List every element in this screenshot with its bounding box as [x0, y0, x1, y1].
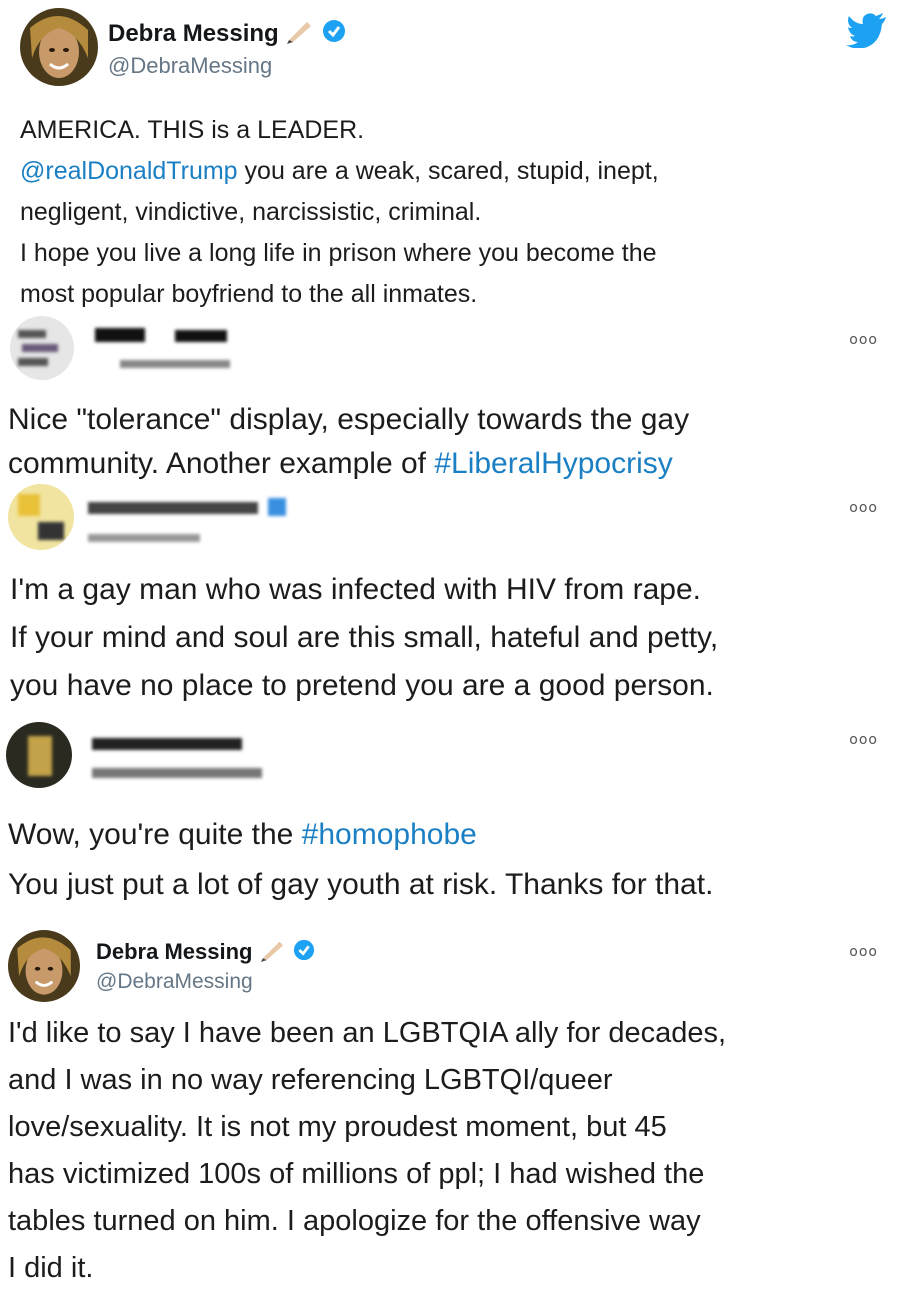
text-line: you have no place to pretend you are a g…: [10, 662, 718, 710]
text-segment: Wow, you're quite the: [8, 818, 302, 851]
reply-2: ooo I'm a gay man who was infected with …: [0, 480, 900, 710]
text-line: love/sexuality. It is not my proudest mo…: [8, 1104, 726, 1151]
text-segment: you have no place to pretend you are a g…: [10, 669, 714, 702]
text-segment: If your mind and soul are this small, ha…: [10, 621, 719, 654]
text-segment: negligent, vindictive, narcissistic, cri…: [20, 198, 482, 226]
text-segment: AMERICA. THIS is a LEADER.: [20, 116, 365, 144]
text-segment: Nice "tolerance" display, especially tow…: [8, 403, 690, 436]
blurred-author-name[interactable]: [95, 324, 235, 346]
author-name[interactable]: Debra Messing: [108, 18, 346, 51]
blurred-author-handle[interactable]: [92, 764, 267, 780]
reply-text: I'm a gay man who was infected with HIV …: [10, 566, 718, 710]
text-line: has victimized 100s of millions of ppl; …: [8, 1151, 726, 1198]
text-segment: love/sexuality. It is not my proudest mo…: [8, 1111, 667, 1143]
avatar[interactable]: [10, 316, 74, 380]
avatar[interactable]: [20, 8, 98, 86]
text-segment: I did it.: [8, 1252, 94, 1284]
verified-badge-icon: [322, 19, 346, 50]
author-handle[interactable]: @DebraMessing: [96, 970, 253, 994]
text-line: most popular boyfriend to the all inmate…: [20, 274, 659, 315]
author-name-text: Debra Messing: [108, 19, 279, 47]
text-line: tables turned on him. I apologize for th…: [8, 1198, 726, 1245]
text-line: I'm a gay man who was infected with HIV …: [10, 566, 718, 614]
text-line: negligent, vindictive, narcissistic, cri…: [20, 192, 659, 233]
tweet-original: Debra Messing @DebraMessing AMERICA. THI…: [0, 0, 900, 310]
text-segment: tables turned on him. I apologize for th…: [8, 1205, 701, 1237]
tweet-text: AMERICA. THIS is a LEADER. @realDonaldTru…: [20, 110, 659, 315]
text-line: I hope you live a long life in prison wh…: [20, 233, 659, 274]
mention-link[interactable]: @realDonaldTrump: [20, 157, 238, 185]
text-line: I did it.: [8, 1245, 726, 1292]
verified-badge-icon: [293, 939, 315, 967]
text-segment: community. Another example of: [8, 447, 435, 480]
more-options-icon[interactable]: ooo: [849, 732, 878, 748]
hashtag-link[interactable]: #homophobe: [302, 818, 477, 851]
text-line: If your mind and soul are this small, ha…: [10, 614, 718, 662]
twitter-bird-icon[interactable]: [846, 12, 888, 53]
text-line: You just put a lot of gay youth at risk.…: [8, 860, 713, 910]
tweet-text: I'd like to say I have been an LGBTQIA a…: [8, 1010, 726, 1292]
text-line: AMERICA. THIS is a LEADER.: [20, 110, 659, 151]
reply-3: ooo Wow, you're quite the #homophobe You …: [0, 710, 900, 920]
reply-text: Wow, you're quite the #homophobe You just…: [8, 810, 713, 910]
text-line: I'd like to say I have been an LGBTQIA a…: [8, 1010, 726, 1057]
text-line: @realDonaldTrump you are a weak, scared,…: [20, 151, 659, 192]
tweet-apology: Debra Messing @DebraMessing ooo I'd like…: [0, 920, 900, 1284]
text-segment: and I was in no way referencing LGBTQI/q…: [8, 1064, 613, 1096]
more-options-icon[interactable]: ooo: [849, 332, 878, 348]
text-segment: I'd like to say I have been an LGBTQIA a…: [8, 1017, 727, 1049]
author-name[interactable]: Debra Messing: [96, 938, 315, 968]
avatar[interactable]: [8, 930, 80, 1002]
text-segment: you are a weak, scared, stupid, inept,: [237, 157, 659, 185]
text-line: and I was in no way referencing LGBTQI/q…: [8, 1057, 726, 1104]
blurred-author-name[interactable]: [92, 732, 252, 754]
more-options-icon[interactable]: ooo: [849, 500, 878, 516]
blurred-author-handle[interactable]: [88, 530, 208, 546]
text-segment: most popular boyfriend to the all inmate…: [20, 280, 478, 308]
text-segment: has victimized 100s of millions of ppl; …: [8, 1158, 705, 1190]
more-options-icon[interactable]: ooo: [849, 944, 878, 960]
reply-text: Nice "tolerance" display, especially tow…: [8, 398, 689, 486]
blurred-author-handle[interactable]: [120, 356, 240, 372]
avatar[interactable]: [6, 722, 72, 788]
pen-emoji-icon: [285, 18, 315, 51]
text-segment: I hope you live a long life in prison wh…: [20, 239, 657, 267]
reply-1: ooo Nice "tolerance" display, especially…: [0, 310, 900, 480]
author-handle[interactable]: @DebraMessing: [108, 53, 272, 79]
text-line: Nice "tolerance" display, especially tow…: [8, 398, 689, 442]
author-name-text: Debra Messing: [96, 938, 253, 964]
text-line: Wow, you're quite the #homophobe: [8, 810, 713, 860]
hashtag-link[interactable]: #LiberalHypocrisy: [434, 447, 672, 480]
avatar[interactable]: [8, 484, 74, 550]
pen-emoji-icon: [259, 938, 287, 968]
blurred-author-name[interactable]: [88, 496, 298, 518]
text-segment: I'm a gay man who was infected with HIV …: [10, 573, 702, 606]
text-segment: You just put a lot of gay youth at risk.…: [8, 868, 714, 901]
